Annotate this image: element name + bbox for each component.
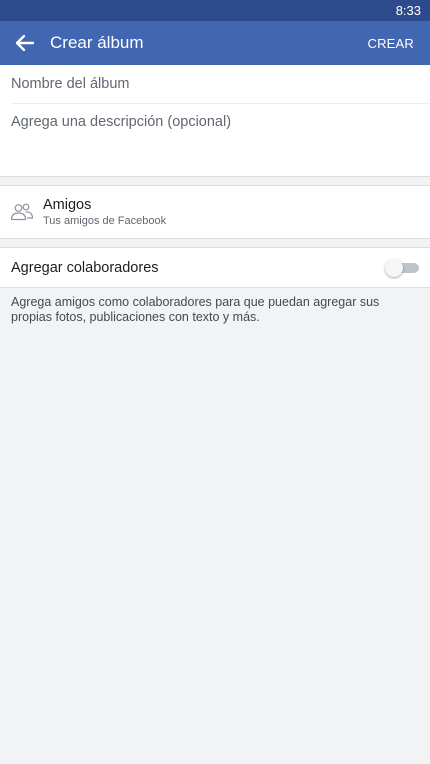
- back-arrow-icon[interactable]: [14, 32, 36, 54]
- privacy-title: Amigos: [43, 197, 92, 213]
- album-description-input[interactable]: Agrega una descripción (opcional): [0, 104, 430, 176]
- toggle-knob: [385, 258, 403, 277]
- collaborators-label: Agregar colaboradores: [11, 259, 159, 276]
- collaborators-toggle[interactable]: [385, 258, 419, 278]
- privacy-subtitle: Tus amigos de Facebook: [43, 215, 167, 227]
- album-form: Nombre del álbum Agrega una descripción …: [0, 65, 430, 176]
- app-bar: Crear álbum CREAR: [0, 21, 430, 65]
- friends-icon: [10, 203, 34, 221]
- privacy-text: Amigos Tus amigos de Facebook: [43, 197, 166, 227]
- album-description-placeholder: Agrega una descripción (opcional): [11, 114, 232, 130]
- collaborators-row: Agregar colaboradores: [0, 248, 430, 288]
- page-title: Crear álbum: [50, 33, 144, 52]
- section-separator: [0, 238, 430, 248]
- status-bar: 8:33: [0, 0, 430, 21]
- album-name-input[interactable]: Nombre del álbum: [0, 65, 430, 103]
- collaborators-help-text: Agrega amigos como colaboradores para qu…: [11, 295, 380, 324]
- privacy-selector[interactable]: Amigos Tus amigos de Facebook: [0, 186, 430, 238]
- create-button[interactable]: CREAR: [367, 36, 414, 51]
- album-name-placeholder: Nombre del álbum: [11, 76, 130, 92]
- status-time: 8:33: [395, 3, 421, 18]
- section-separator: [0, 176, 430, 186]
